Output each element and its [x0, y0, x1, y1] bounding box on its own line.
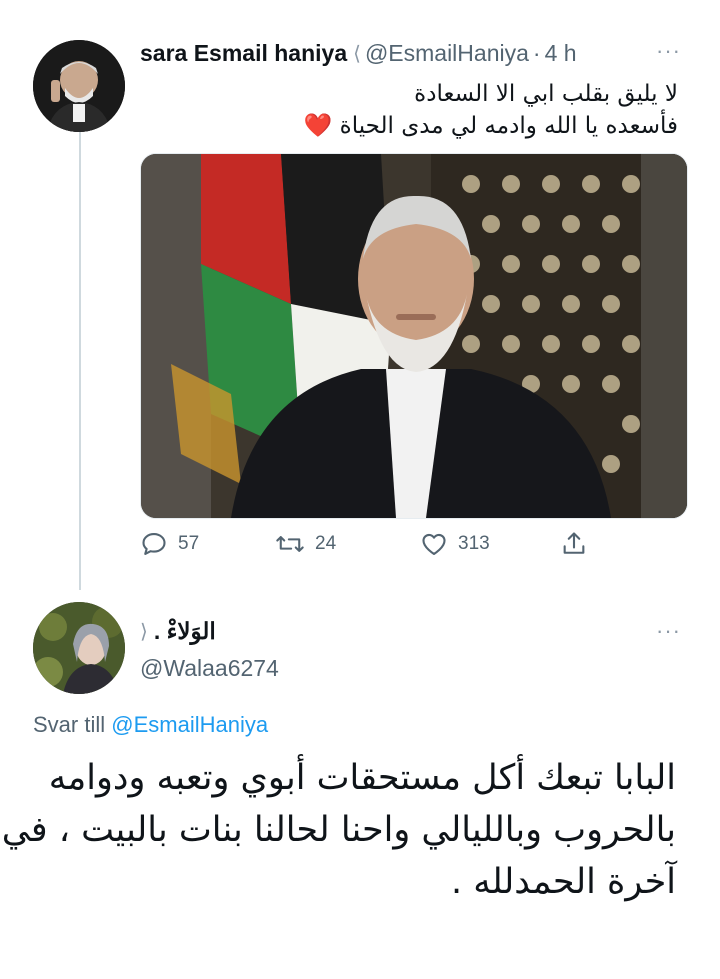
author-avatar[interactable]: [33, 40, 125, 132]
heart-emoji-icon: ❤️: [303, 113, 333, 139]
tweet-header: sara Esmail haniya ⟨ @EsmailHaniya · 4 h: [140, 40, 577, 67]
reply-author-name[interactable]: الوَلاءْ .: [154, 618, 216, 645]
portrait-photo-icon: [141, 154, 687, 518]
reply-count: 57: [178, 533, 200, 554]
like-button[interactable]: 313: [420, 530, 490, 558]
reply-text: البابا تبعك أكل مستحقات أبوي وتعبه ودوام…: [2, 752, 676, 908]
reply-more-options-icon[interactable]: ···: [656, 618, 681, 644]
share-button[interactable]: [560, 530, 588, 558]
tweet-media-photo[interactable]: [140, 153, 688, 519]
retweet-count: 24: [315, 533, 337, 554]
reply-header: الوَلاءْ . ⟨: [140, 618, 216, 645]
share-icon: [563, 532, 585, 554]
avatar-portrait-image: [33, 602, 125, 694]
avatar-portrait-image: [33, 40, 125, 132]
reply-button[interactable]: 57: [140, 530, 199, 558]
retweet-button[interactable]: 24: [275, 530, 336, 558]
reply-text-line: بالحروب وبالليالي واحنا لحالنا بنات بالب…: [1, 810, 676, 850]
reply-text-line: البابا تبعك أكل مستحقات أبوي وتعبه ودوام…: [48, 758, 676, 798]
separator-dot: ·: [532, 40, 541, 66]
replying-to-line: Svar till @EsmailHaniya: [33, 712, 268, 738]
thread-connector-line: [79, 130, 81, 590]
tweet-text-span: فأسعده يا الله وادمه لي مدى الحياة: [339, 113, 678, 139]
tweet-text: لا يليق بقلب ابي الا السعادة فأسعده يا ا…: [304, 78, 678, 142]
tweet-action-bar: 57 24 313: [140, 530, 600, 564]
replying-to-label: Svar till: [33, 712, 106, 737]
heart-icon: [422, 533, 446, 555]
like-count: 313: [458, 533, 490, 554]
tweet-time[interactable]: 4 h: [545, 40, 577, 67]
reply-author-handle[interactable]: @Walaa6274: [140, 655, 279, 682]
author-name[interactable]: sara Esmail haniya: [140, 40, 347, 67]
reply-author-avatar[interactable]: [33, 602, 125, 694]
reply-bubble-icon: [142, 533, 166, 555]
tweet-text-line: فأسعده يا الله وادمه لي مدى الحياة ❤️: [304, 110, 678, 142]
replying-to-mention-link[interactable]: @EsmailHaniya: [111, 712, 268, 737]
tweet-text-line: لا يليق بقلب ابي الا السعادة: [414, 81, 678, 107]
more-options-icon[interactable]: ···: [656, 38, 681, 64]
reply-text-line: آخرة الحمدلله .: [451, 862, 676, 902]
retweet-icon: [276, 536, 304, 552]
badge-icon: ⟨: [353, 43, 361, 65]
author-handle[interactable]: @EsmailHaniya: [365, 40, 529, 67]
badge-icon: ⟨: [140, 621, 148, 643]
